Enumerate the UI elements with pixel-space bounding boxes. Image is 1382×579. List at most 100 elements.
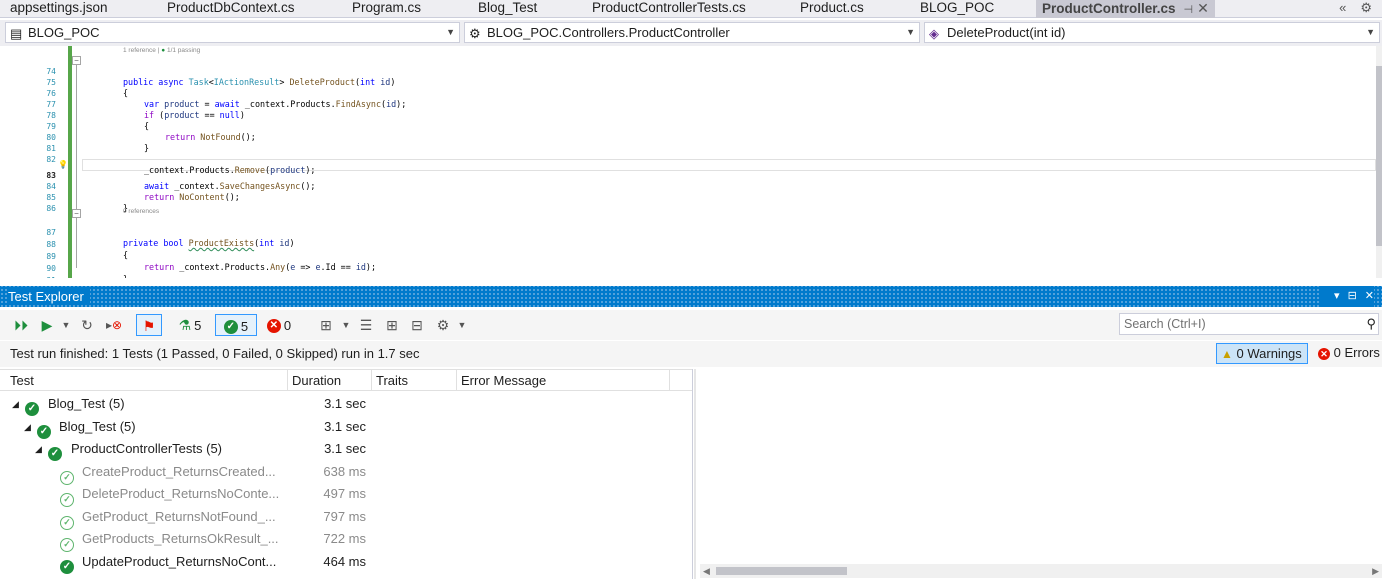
test-run-status: Test run finished: 1 Tests (1 Passed, 0 … [0,341,1382,367]
test-name: UpdateProduct_ReturnsNoCont... [82,554,277,569]
code-editor[interactable]: − − 1 reference | ● 1/1 passing 💡 74 pub… [0,46,1382,278]
close-icon[interactable]: ✕ [1365,290,1374,302]
collapse-all-icon[interactable]: ⊟ [407,314,427,336]
run-failed-tests-icon[interactable]: ▸⊗ [104,314,124,336]
failed-tests-filter[interactable]: ✕ 0 [262,314,296,336]
scrollbar-thumb[interactable] [716,567,847,575]
tree-row-project[interactable]: ◢ ✓ Blog_Test (5) 3.1 sec [0,393,692,416]
collapse-icon[interactable]: − [72,209,81,218]
tree-row-test[interactable]: ✓ GetProducts_ReturnsOkResult_... 722 ms [0,528,692,552]
method-icon: ◈ [929,26,939,41]
expander-icon[interactable]: ◢ [24,416,31,438]
line-number: 77 [46,100,56,109]
line-text: { [123,250,129,260]
tree-row-class[interactable]: ◢ ✓ ProductControllerTests (5) 3.1 sec [0,438,692,461]
expander-icon[interactable]: ◢ [12,393,19,415]
code-line: 82 _context.Products.Remove(product); [0,143,315,175]
test-name: Blog_Test (5) [48,396,125,411]
codelens-productexists[interactable]: 0 references [123,207,159,216]
expand-all-icon[interactable]: ⊞ [382,314,402,336]
tree-row-test[interactable]: ✓ UpdateProduct_ReturnsNoCont... 464 ms [0,551,692,574]
member-dropdown[interactable]: ◈ DeleteProduct(int id) ▼ [924,22,1380,43]
outline-bar [76,56,77,268]
code-line: 86 [0,192,56,213]
codelens-tests[interactable]: 1/1 passing [167,47,200,54]
column-header-test[interactable]: Test [6,370,288,391]
repeat-last-run-icon[interactable]: ↻ [78,314,96,336]
scroll-right-icon[interactable]: ▶ [1372,564,1379,578]
settings-dropdown-icon[interactable]: ⚙ [1360,0,1372,15]
tree-row-test[interactable]: ✓ CreateProduct_ReturnsCreated... 638 ms [0,461,692,485]
test-grid-header: Test Duration Traits Error Message [0,369,692,391]
tab-blog-poc[interactable]: BLOG_POC [920,0,994,18]
auto-hide-icon[interactable]: ⊟ [1348,290,1357,302]
code-line: 91 } [0,264,56,278]
run-tests-after-build-icon[interactable]: ⚑ [136,314,162,336]
tree-row-test[interactable]: ✓ DeleteProduct_ReturnsNoConte... 497 ms [0,483,692,507]
warnings-button[interactable]: ▲ 0 Warnings [1216,343,1308,364]
test-name: CreateProduct_ReturnsCreated... [82,464,276,479]
line-text: } [123,274,128,278]
code-line: 74 public async Task<IActionResult> Dele… [0,55,395,87]
test-name: GetProducts_ReturnsOkResult_... [82,531,279,546]
code-line: 81 [0,132,56,153]
line-text: private bool ProductExists(int id) [123,238,295,248]
column-header-duration[interactable]: Duration [288,370,372,391]
playlist-icon[interactable]: ⊞ [316,314,336,336]
line-text: return NoContent(); [144,192,240,202]
code-line-current: 83 await _context.SaveChangesAsync(); [0,159,315,191]
document-tab-strip: appsettings.json ProductDbContext.cs Pro… [0,0,1382,18]
search-icon[interactable]: ⚲ [1366,314,1376,334]
line-number: 76 [46,89,56,98]
errors-button[interactable]: ✕ 0 Errors [1318,345,1380,360]
tree-row-namespace[interactable]: ◢ ✓ Blog_Test (5) 3.1 sec [0,416,692,439]
project-icon: ▤ [10,26,23,41]
line-text: if (product == null) [144,110,245,120]
line-number: 88 [46,240,56,249]
column-header-error-message[interactable]: Error Message [457,370,670,391]
tree-row-test[interactable]: ✓ GetProduct_ReturnsNotFound_... 797 ms [0,506,692,530]
close-icon[interactable]: ✕ [1197,0,1209,16]
class-dropdown[interactable]: ⚙ BLOG_POC.Controllers.ProductController… [464,22,920,43]
run-all-tests-icon[interactable]: ⏵⏵ [12,314,30,336]
project-dropdown[interactable]: ▤ BLOG_POC ▼ [5,22,460,43]
codelens-deleteproduct[interactable]: 1 reference | ● 1/1 passing [123,46,200,55]
line-number: 75 [46,78,56,87]
chevron-down-icon[interactable]: ▼ [456,314,468,336]
tab-blog-test[interactable]: Blog_Test [478,0,537,18]
group-by-icon[interactable]: ☰ [356,314,376,336]
chevron-down-icon[interactable]: ▼ [60,314,72,336]
total-tests-filter[interactable]: ⚗ 5 [172,314,208,336]
scroll-left-icon[interactable]: ◀ [703,564,710,578]
tab-program-cs[interactable]: Program.cs [352,0,421,18]
tab-product-cs[interactable]: Product.cs [800,0,864,18]
collapse-icon[interactable]: − [72,56,81,65]
dropdown-icon[interactable]: ▾ [1334,290,1340,302]
code-line: 85 } [0,181,128,213]
column-header-traits[interactable]: Traits [372,370,457,391]
tab-productdbcontext-cs[interactable]: ProductDbContext.cs [167,0,295,18]
chevron-down-icon: ▼ [446,27,455,37]
pane-splitter[interactable] [694,369,696,579]
search-input[interactable]: Search (Ctrl+I) ⚲ [1119,313,1379,335]
codelens-references[interactable]: 0 references [123,208,159,215]
scrollbar-thumb[interactable] [1376,66,1382,246]
codelens-references[interactable]: 1 reference [123,47,156,54]
tab-list-icon[interactable]: « [1339,0,1346,15]
status-text: Test run finished: 1 Tests (1 Passed, 0 … [10,346,420,361]
editor-vertical-scrollbar[interactable] [1376,46,1382,278]
settings-icon[interactable]: ⚙ [433,314,453,336]
tab-productcontroller-cs[interactable]: ProductController.cs ⊣ ✕ [1036,0,1215,18]
passed-tests-filter[interactable]: ✓ 5 [215,314,257,336]
chevron-down-icon[interactable]: ▼ [340,314,352,336]
tab-productcontrollertests-cs[interactable]: ProductControllerTests.cs [592,0,746,18]
expander-icon[interactable]: ◢ [35,438,42,460]
run-icon[interactable]: ▶ [38,314,56,336]
test-duration: 3.1 sec [324,396,366,411]
detail-horizontal-scrollbar[interactable]: ◀ ▶ [700,564,1382,578]
line-text: return _context.Products.Any(e => e.Id =… [144,262,376,272]
tab-appsettings-json[interactable]: appsettings.json [10,0,108,18]
line-number: 89 [46,252,56,261]
pin-icon[interactable]: ⊣ [1184,4,1194,16]
lightbulb-icon[interactable]: 💡 [58,160,68,169]
